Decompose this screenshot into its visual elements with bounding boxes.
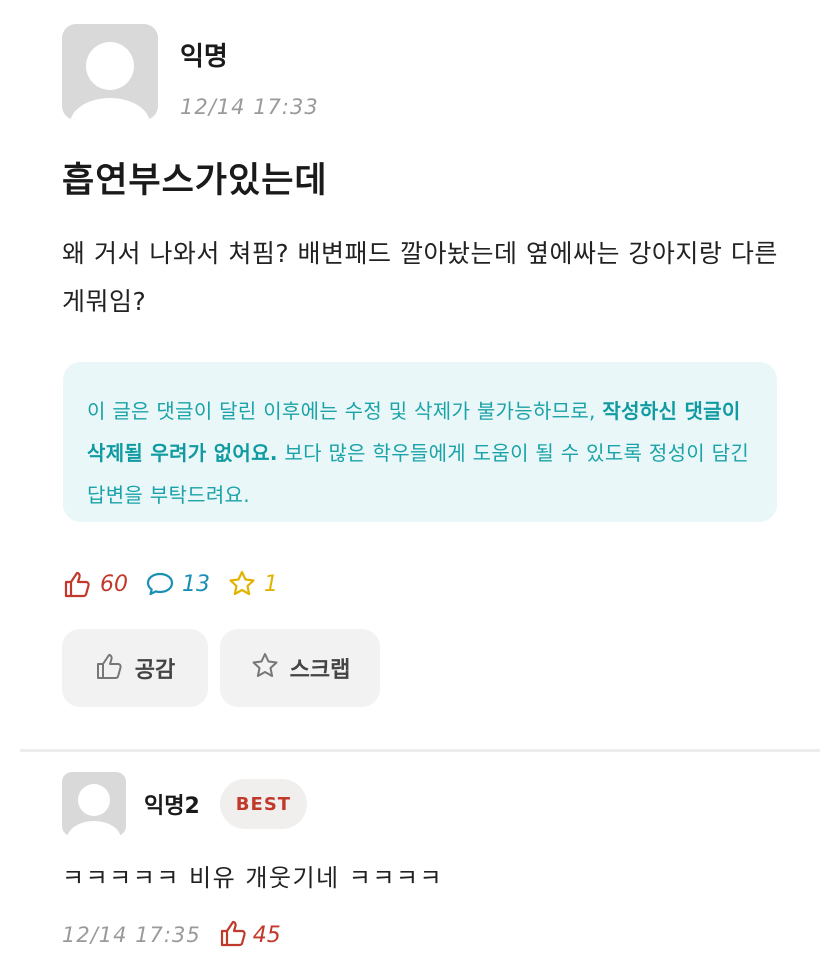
scrap-button-label: 스크랩 (289, 658, 351, 683)
scrap-count-value: 1 (264, 571, 278, 597)
thumbs-up-icon (219, 918, 249, 952)
post-header: 익명 12/14 17:33 (62, 24, 319, 120)
star-icon (226, 568, 258, 600)
author-avatar[interactable] (62, 24, 158, 120)
like-button-label: 공감 (134, 658, 176, 683)
thumbs-up-icon (62, 568, 94, 600)
like-count: 60 (62, 568, 128, 600)
default-avatar-icon (67, 784, 121, 836)
default-avatar-icon (70, 42, 150, 120)
comment-like-count[interactable]: 45 (219, 918, 281, 952)
post-title: 흡연부스가있는데 (62, 161, 328, 201)
scrap-button[interactable]: 스크랩 (220, 629, 380, 707)
star-icon (250, 651, 280, 685)
post-actions: 공감 스크랩 (62, 629, 392, 707)
comment-avatar[interactable] (62, 772, 126, 836)
speech-bubble-icon (144, 568, 176, 600)
comment-count-value: 13 (182, 571, 210, 597)
notice-text-part1: 이 글은 댓글이 달린 이후에는 수정 및 삭제가 불가능하므로, (87, 399, 603, 423)
comment-count: 13 (144, 568, 210, 600)
comment-body: ㅋㅋㅋㅋㅋ 비유 개웃기네 ㅋㅋㅋㅋ (62, 864, 444, 892)
notice-text: 이 글은 댓글이 달린 이후에는 수정 및 삭제가 불가능하므로, 작성하신 댓… (87, 390, 753, 516)
comment-like-value: 45 (252, 922, 281, 948)
comment-timestamp: 12/14 17:35 (62, 923, 201, 947)
section-divider (20, 749, 820, 752)
comment-author[interactable]: 익명2 (144, 788, 200, 820)
post-timestamp: 12/14 17:33 (180, 95, 319, 119)
comment-footer: 12/14 17:35 45 (62, 918, 281, 952)
best-badge: BEST (219, 779, 308, 829)
post-stats: 60 13 1 (62, 568, 294, 600)
comment-header: 익명2 BEST (62, 772, 308, 836)
like-button[interactable]: 공감 (62, 629, 208, 707)
thumbs-up-icon (95, 651, 125, 685)
post-body: 왜 거서 나와서 쳐핌? 배변패드 깔아놨는데 옆에싸는 강아지랑 다른게뭐임? (62, 239, 778, 316)
scrap-count: 1 (226, 568, 278, 600)
notice-box: 이 글은 댓글이 달린 이후에는 수정 및 삭제가 불가능하므로, 작성하신 댓… (63, 362, 777, 522)
like-count-value: 60 (100, 571, 128, 597)
author-name[interactable]: 익명 (180, 36, 319, 73)
